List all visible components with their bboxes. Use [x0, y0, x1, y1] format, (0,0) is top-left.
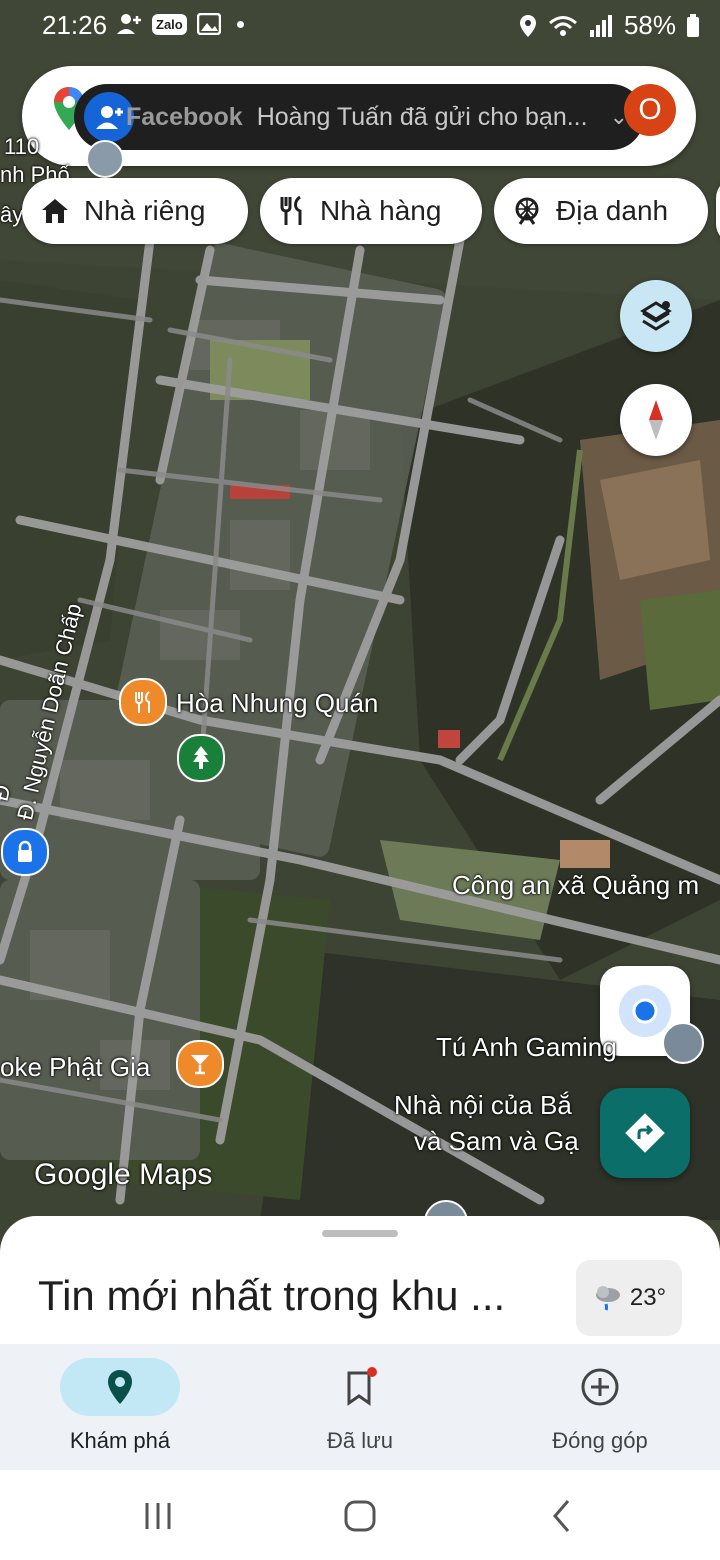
place-label[interactable]: Nhà nội của Bắ	[394, 1090, 572, 1121]
bar-marker-icon[interactable]	[176, 1040, 224, 1088]
weather-chip[interactable]: 23°	[576, 1260, 682, 1336]
layers-icon	[640, 301, 672, 331]
chip-label: Nhà riêng	[84, 195, 206, 226]
chip-more[interactable]	[716, 178, 720, 244]
directions-icon	[625, 1113, 665, 1153]
nav-active-pill	[60, 1358, 180, 1416]
signal-icon	[589, 14, 612, 37]
weather-rain-icon	[595, 1286, 620, 1311]
chip-home[interactable]: Nhà riêng	[22, 178, 248, 244]
location-status-icon	[519, 14, 536, 37]
landmark-icon	[515, 197, 539, 225]
lock-marker-icon[interactable]	[1, 828, 49, 876]
nav-saved[interactable]: Đã lưu	[240, 1344, 480, 1470]
place-label[interactable]: và Sam và Gạ	[414, 1126, 579, 1157]
nav-label: Đóng góp	[552, 1428, 648, 1453]
sheet-drag-handle[interactable]	[322, 1230, 398, 1237]
map-marker-icon[interactable]	[86, 140, 124, 178]
chip-label: Địa danh	[556, 195, 669, 226]
nav-icon-holder	[300, 1358, 420, 1416]
compass-icon	[649, 400, 663, 440]
status-bar: 21:26 Zalo 58%	[0, 0, 720, 54]
nav-explore[interactable]: Khám phá	[0, 1344, 240, 1470]
nav-contribute[interactable]: Đóng góp	[480, 1344, 720, 1470]
chip-landmark[interactable]: Địa danh	[494, 178, 708, 244]
bookmark-icon	[347, 1367, 377, 1406]
restaurant-icon	[280, 195, 302, 225]
restaurant-marker-icon[interactable]	[119, 678, 167, 726]
weather-temperature: 23°	[629, 1284, 667, 1311]
explore-pin-icon	[108, 1370, 132, 1404]
notification-dot-icon	[236, 20, 244, 28]
battery-icon	[687, 13, 699, 37]
notification-app-name: Facebook	[126, 102, 243, 131]
directions-button[interactable]	[600, 1088, 690, 1178]
place-label[interactable]: Tú Anh Gaming	[436, 1032, 617, 1063]
home-button-icon[interactable]	[342, 1498, 378, 1534]
layers-button[interactable]	[620, 280, 692, 352]
add-contact-icon	[117, 14, 141, 34]
map-edge-label: 110	[4, 134, 40, 159]
notification-message: Hoàng Tuấn đã gửi cho bạn...	[256, 102, 588, 131]
image-icon	[196, 13, 221, 35]
chip-restaurant[interactable]: Nhà hàng	[260, 178, 482, 244]
system-navigation-bar	[0, 1470, 720, 1560]
sheet-title: Tin mới nhất trong khu ...	[38, 1272, 506, 1319]
nav-label: Khám phá	[69, 1428, 171, 1453]
place-label[interactable]: Công an xã Quảng m	[452, 870, 699, 901]
park-marker-icon[interactable]	[177, 734, 225, 782]
home-icon	[42, 199, 68, 223]
compass-button[interactable]	[620, 384, 692, 456]
map-marker-icon[interactable]	[662, 1022, 704, 1064]
status-time: 21:26	[42, 10, 108, 40]
nav-icon-holder	[540, 1358, 660, 1416]
place-label[interactable]: oke Phật Gia	[0, 1052, 150, 1083]
back-icon[interactable]	[550, 1498, 574, 1534]
google-maps-watermark: Google Maps	[34, 1158, 213, 1191]
place-label[interactable]: Hòa Nhung Quán	[176, 688, 378, 719]
chip-label: Nhà hàng	[320, 195, 442, 226]
wifi-icon	[548, 15, 577, 36]
bottom-sheet[interactable]: Tin mới nhất trong khu ... 23°	[0, 1216, 720, 1346]
zalo-icon: Zalo	[152, 13, 187, 35]
nav-label: Đã lưu	[326, 1428, 394, 1453]
add-circle-icon	[581, 1368, 619, 1406]
battery-percent: 58%	[623, 10, 676, 40]
category-chips: Nhà riêng Nhà hàng Địa danh	[0, 178, 720, 246]
facebook-notification[interactable]: Facebook Hoàng Tuấn đã gửi cho bạn... ⌄	[74, 84, 644, 150]
recent-apps-icon[interactable]	[142, 1500, 174, 1532]
bottom-navigation: Khám phá Đã lưu Đóng góp	[0, 1344, 720, 1470]
profile-avatar[interactable]: O	[624, 84, 676, 136]
